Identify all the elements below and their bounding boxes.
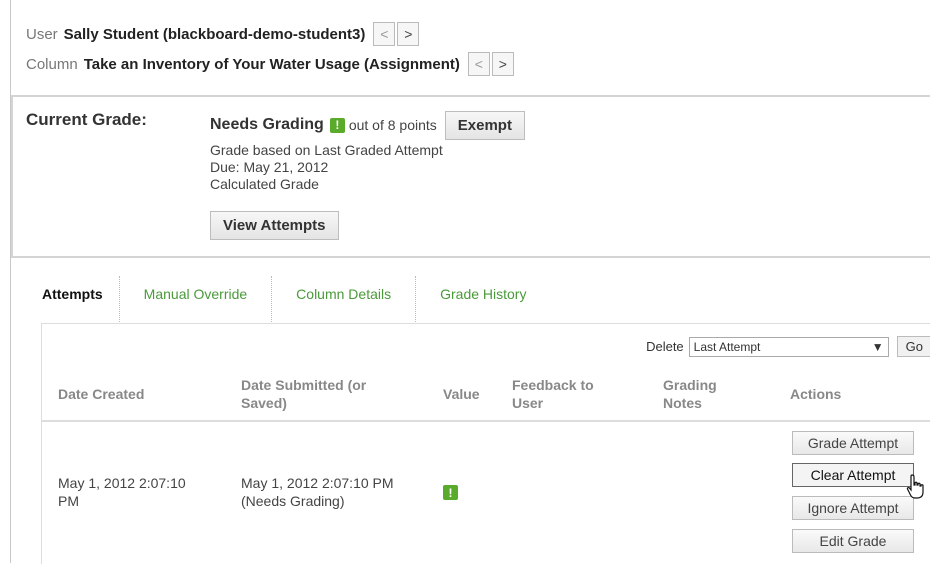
header-date-created[interactable]: Date Created [58, 385, 144, 403]
hand-pointer-icon [906, 474, 924, 499]
needs-grading-icon[interactable]: ! [443, 485, 458, 500]
current-grade-panel: Current Grade: Needs Grading ! out of 8 … [11, 95, 930, 258]
column-row: Column Take an Inventory of Your Water U… [26, 52, 516, 76]
user-value: Sally Student (blackboard-demo-student3) [63, 25, 366, 43]
previous-user-button[interactable]: < [373, 22, 396, 46]
next-user-button[interactable]: > [397, 22, 420, 46]
tab-column-details[interactable]: Column Details [272, 276, 417, 324]
delete-controls: Delete Last Attempt ▼ Go [646, 336, 930, 357]
needs-grading-icon: ! [329, 117, 345, 133]
grade-status: Needs Grading [210, 116, 324, 133]
due-date: Due: May 21, 2012 [210, 159, 329, 175]
user-row: User Sally Student (blackboard-demo-stud… [26, 22, 421, 46]
go-button[interactable]: Go [896, 336, 930, 357]
exempt-button[interactable]: Exempt [444, 110, 525, 140]
view-attempts-button[interactable]: View Attempts [210, 211, 339, 240]
current-grade-label: Current Grade: [26, 110, 147, 129]
delete-select-value: Last Attempt [693, 339, 761, 354]
header-value[interactable]: Value [443, 385, 480, 403]
grade-attempt-button[interactable]: Grade Attempt [792, 431, 914, 455]
ignore-attempt-button[interactable]: Ignore Attempt [792, 496, 914, 520]
calculated-grade: Calculated Grade [210, 176, 319, 192]
column-nav-buttons: < > [467, 52, 516, 76]
delete-label: Delete [646, 339, 684, 354]
dropdown-arrow-icon: ▼ [871, 339, 884, 354]
user-nav-buttons: < > [373, 22, 421, 46]
tab-manual-override[interactable]: Manual Override [120, 276, 273, 324]
clear-attempt-button[interactable]: Clear Attempt [792, 463, 914, 487]
header-grading-notes[interactable]: Grading Notes [663, 376, 743, 412]
column-label: Column [26, 55, 78, 73]
grade-basis: Grade based on Last Graded Attempt [210, 142, 443, 158]
header-actions: Actions [790, 386, 842, 402]
tab-grade-history[interactable]: Grade History [416, 276, 550, 324]
cell-date-created: May 1, 2012 2:07:10 PM [58, 475, 186, 509]
grade-tabs: Attempts Manual Override Column Details … [30, 276, 550, 324]
tab-attempts[interactable]: Attempts [30, 276, 120, 324]
edit-grade-button[interactable]: Edit Grade [792, 529, 914, 553]
delete-select[interactable]: Last Attempt ▼ [688, 336, 889, 357]
header-divider [42, 420, 930, 422]
attempts-panel: Delete Last Attempt ▼ Go Date Created Da… [41, 323, 930, 564]
points-possible: out of 8 points [348, 117, 437, 133]
cell-date-submitted: May 1, 2012 2:07:10 PM (Needs Grading) [241, 475, 394, 509]
column-value: Take an Inventory of Your Water Usage (A… [83, 55, 460, 73]
current-grade-details: Needs Grading ! out of 8 points Exempt G… [210, 110, 710, 193]
previous-column-button[interactable]: < [467, 52, 490, 76]
next-column-button[interactable]: > [491, 52, 514, 76]
header-feedback[interactable]: Feedback to User [512, 376, 612, 412]
user-label: User [26, 25, 58, 43]
header-date-submitted[interactable]: Date Submitted (or Saved) [241, 376, 401, 412]
